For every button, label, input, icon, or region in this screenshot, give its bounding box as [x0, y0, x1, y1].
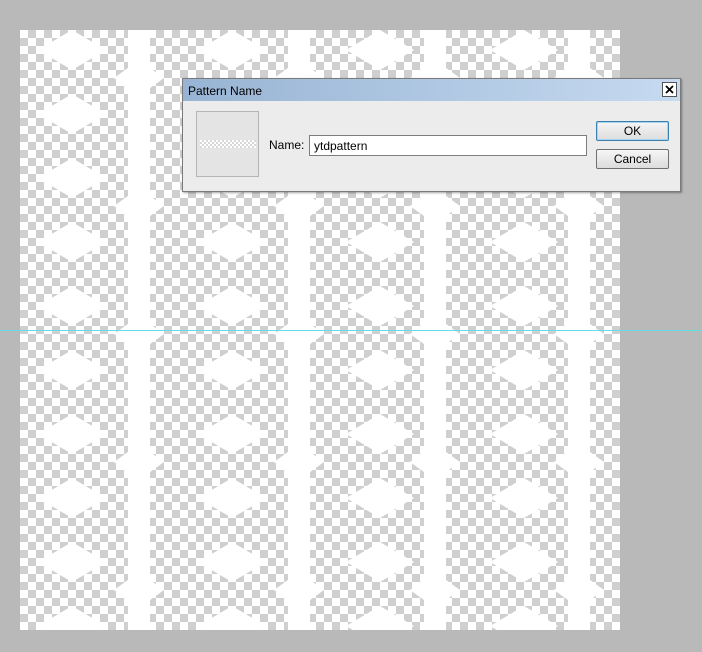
pattern-diamond — [346, 222, 414, 262]
pattern-diamond — [198, 606, 266, 630]
pattern-chevron — [274, 572, 324, 608]
pattern-diamond — [346, 478, 414, 518]
pattern-diamond — [346, 350, 414, 390]
dialog-title: Pattern Name — [188, 84, 263, 98]
pattern-diamond — [490, 478, 558, 518]
name-label: Name: — [269, 138, 305, 152]
pattern-diamond — [198, 30, 266, 70]
pattern-diamond — [346, 542, 414, 582]
pattern-diamond — [38, 606, 106, 630]
pattern-name-input[interactable] — [309, 135, 587, 156]
pattern-diamond — [38, 286, 106, 326]
pattern-diamond — [346, 606, 414, 630]
pattern-diamond — [38, 542, 106, 582]
pattern-chevron — [554, 316, 604, 352]
pattern-diamond — [198, 478, 266, 518]
pattern-chevron — [114, 316, 164, 352]
pattern-diamond — [346, 414, 414, 454]
pattern-chevron — [554, 188, 604, 224]
pattern-chevron — [410, 316, 460, 352]
pattern-diamond — [198, 286, 266, 326]
pattern-diamond — [490, 30, 558, 70]
pattern-diamond — [38, 478, 106, 518]
pattern-diamond — [198, 414, 266, 454]
close-x-icon — [665, 85, 674, 94]
pattern-chevron — [274, 188, 324, 224]
pattern-chevron — [410, 188, 460, 224]
pattern-diamond — [38, 30, 106, 70]
pattern-diamond — [490, 286, 558, 326]
pattern-diamond — [38, 414, 106, 454]
pattern-preview-thumbnail — [196, 111, 259, 177]
pattern-chevron — [114, 444, 164, 480]
horizontal-guide-line[interactable] — [0, 330, 702, 331]
pattern-chevron — [274, 444, 324, 480]
pattern-diamond — [346, 286, 414, 326]
pattern-diamond — [198, 222, 266, 262]
dialog-titlebar[interactable]: Pattern Name — [183, 79, 680, 101]
pattern-name-dialog: Pattern Name Name: OK Cancel — [182, 78, 681, 192]
pattern-chevron — [114, 60, 164, 96]
pattern-chevron — [410, 444, 460, 480]
pattern-diamond — [490, 350, 558, 390]
ok-button[interactable]: OK — [596, 121, 669, 141]
pattern-diamond — [198, 350, 266, 390]
pattern-diamond — [38, 350, 106, 390]
close-button[interactable] — [662, 82, 677, 97]
pattern-diamond — [346, 30, 414, 70]
pattern-diamond — [490, 222, 558, 262]
pattern-diamond — [490, 414, 558, 454]
pattern-diamond — [38, 94, 106, 134]
pattern-diamond — [198, 542, 266, 582]
pattern-chevron — [554, 444, 604, 480]
pattern-diamond — [38, 158, 106, 198]
pattern-chevron — [554, 572, 604, 608]
cancel-button[interactable]: Cancel — [596, 149, 669, 169]
pattern-chevron — [274, 316, 324, 352]
pattern-diamond — [38, 222, 106, 262]
pattern-chevron — [410, 572, 460, 608]
pattern-preview-image — [200, 140, 256, 148]
pattern-chevron — [114, 188, 164, 224]
pattern-diamond — [490, 606, 558, 630]
pattern-chevron — [114, 572, 164, 608]
pattern-diamond — [490, 542, 558, 582]
